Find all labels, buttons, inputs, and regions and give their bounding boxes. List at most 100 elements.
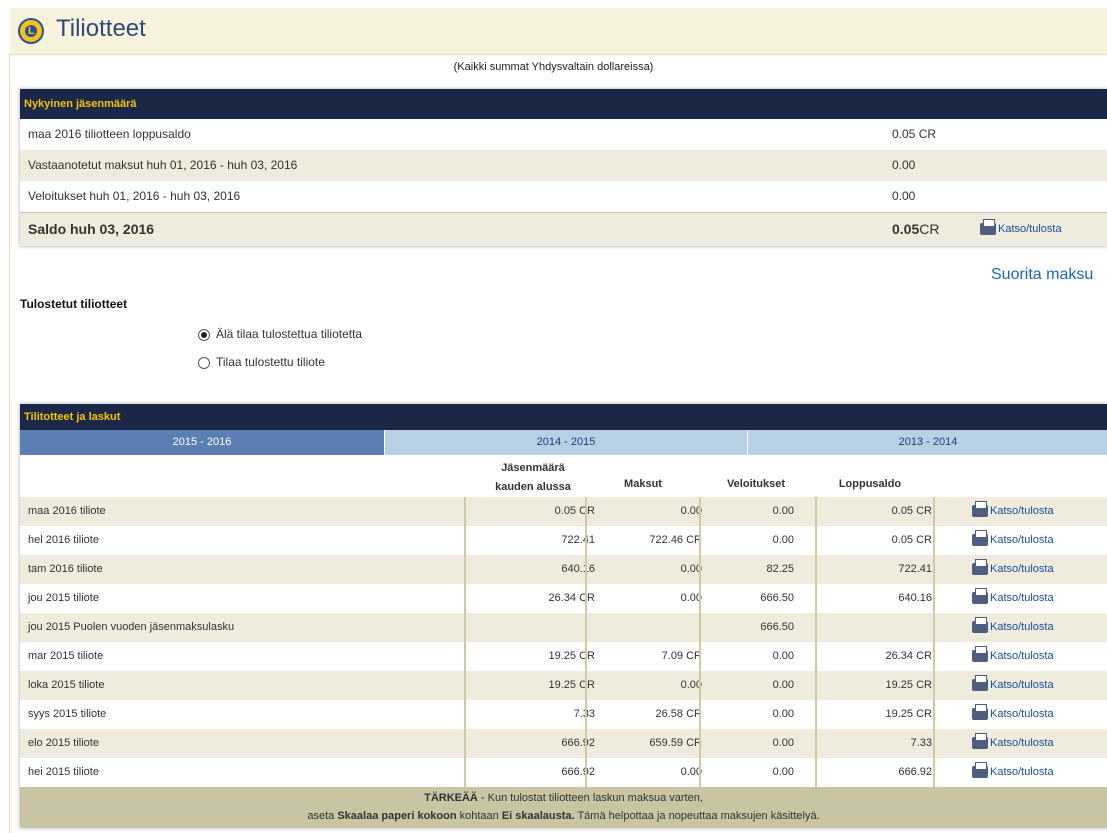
payments-cell: 0.00 <box>680 679 702 691</box>
printer-icon <box>972 588 988 605</box>
note-line-2: aseta Skaalaa paperi kokoon kohtaan Ei s… <box>20 807 1107 825</box>
end-balance-cell: 722.41 <box>898 563 932 575</box>
column-divider <box>933 526 935 555</box>
radio-order-printed[interactable]: Tilaa tulostettu tiliote <box>198 355 325 369</box>
column-divider <box>699 497 701 526</box>
charges-cell: 0.00 <box>772 708 794 720</box>
note-important-label: TÄRKEÄÄ <box>424 792 478 804</box>
membership-row: maa 2016 tiliotteen loppusaldo 0.05 CR <box>20 119 1107 150</box>
statement-label: elo 2015 tiliote <box>28 737 99 749</box>
column-divider <box>933 758 935 787</box>
view-print-link[interactable]: Katso/tulosta <box>972 671 1054 700</box>
column-divider <box>585 729 587 758</box>
lions-logo-icon <box>18 18 44 44</box>
membership-heading: Nykyinen jäsenmäärä <box>20 89 1107 119</box>
charges-cell: 0.00 <box>772 679 794 691</box>
column-divider <box>815 758 817 787</box>
column-divider <box>585 555 587 584</box>
print-link-label: Katso/tulosta <box>990 650 1054 662</box>
charges-cell: 666.50 <box>760 592 794 604</box>
column-divider <box>933 700 935 729</box>
view-print-link[interactable]: Katso/tulosta <box>972 758 1054 787</box>
payments-cell: 0.00 <box>680 592 702 604</box>
radio-no-printed[interactable]: Älä tilaa tulostettua tiliotetta <box>198 327 362 341</box>
column-divider <box>815 555 817 584</box>
column-divider <box>815 584 817 613</box>
printer-icon <box>972 646 988 663</box>
end-balance-cell: 666.92 <box>898 766 932 778</box>
column-start-line2: kauden alussa <box>495 481 571 493</box>
print-link-label: Katso/tulosta <box>990 766 1054 778</box>
membership-row-label: Vastaanotetut maksut huh 01, 2016 - huh … <box>28 158 298 172</box>
radio-empty-icon[interactable] <box>198 356 210 369</box>
balance-label: Saldo huh 03, 2016 <box>28 221 155 237</box>
charges-cell: 0.00 <box>772 534 794 546</box>
table-row: jou 2015 tiliote 26.34 CR 0.00 666.50 640.16… <box>20 584 1107 613</box>
payments-cell: 7.09 CR <box>661 650 702 662</box>
payments-cell: 722.46 CR <box>649 534 702 546</box>
column-divider <box>699 642 701 671</box>
start-balance-cell: 640.16 <box>561 563 595 575</box>
membership-row: Vastaanotetut maksut huh 01, 2016 - huh … <box>20 150 1107 181</box>
column-divider <box>464 613 466 642</box>
view-print-link[interactable]: Katso/tulosta <box>972 642 1054 671</box>
tab-2014-2015[interactable]: 2014 - 2015 <box>384 430 747 455</box>
statement-label: jou 2015 Puolen vuoden jäsenmaksulasku <box>28 621 235 633</box>
column-divider <box>464 555 466 584</box>
tab-2015-2016[interactable]: 2015 - 2016 <box>20 430 384 455</box>
view-print-link[interactable]: Katso/tulosta <box>972 700 1054 729</box>
column-divider <box>699 526 701 555</box>
printer-icon <box>972 675 988 692</box>
balance-row: Saldo huh 03, 2016 0.05CR Katso/tulosta <box>20 212 1107 246</box>
end-balance-cell: 7.33 <box>910 737 932 749</box>
column-divider <box>933 642 935 671</box>
membership-row-label: maa 2016 tiliotteen loppusaldo <box>28 127 191 141</box>
column-divider <box>933 729 935 758</box>
column-divider <box>815 671 817 700</box>
view-print-link[interactable]: Katso/tulosta <box>972 729 1054 758</box>
balance-print-link[interactable]: Katso/tulosta <box>980 213 1062 246</box>
statements-table-body: maa 2016 tiliote 0.05 CR 0.00 0.00 0.05 CR Ka… <box>20 497 1107 787</box>
charges-cell: 0.00 <box>772 650 794 662</box>
column-divider <box>585 642 587 671</box>
column-divider <box>699 729 701 758</box>
view-print-link[interactable]: Katso/tulosta <box>972 555 1054 584</box>
tab-2013-2014[interactable]: 2013 - 2014 <box>747 430 1107 455</box>
charges-cell: 0.00 <box>772 737 794 749</box>
start-balance-cell: 722.41 <box>561 534 595 546</box>
view-print-link[interactable]: Katso/tulosta <box>972 584 1054 613</box>
make-payment-link[interactable]: Suorita maksu <box>991 266 1093 284</box>
column-divider <box>585 497 587 526</box>
statement-label: syys 2015 tiliote <box>28 708 107 720</box>
end-balance-cell: 0.05 CR <box>891 534 932 546</box>
view-print-link[interactable]: Katso/tulosta <box>972 497 1054 526</box>
column-divider <box>585 700 587 729</box>
column-divider <box>933 671 935 700</box>
page-title: Tiliotteet <box>56 15 146 42</box>
column-divider <box>815 497 817 526</box>
payments-cell: 659.59 CR <box>649 737 702 749</box>
radio-label: Älä tilaa tulostettua tiliotetta <box>216 327 363 341</box>
charges-cell: 0.00 <box>772 505 794 517</box>
radio-selected-icon[interactable] <box>198 328 210 341</box>
print-link-label: Katso/tulosta <box>990 563 1054 575</box>
column-divider <box>699 613 701 642</box>
column-end-balance: Loppusaldo <box>838 478 902 490</box>
end-balance-cell: 26.34 CR <box>885 650 932 662</box>
column-divider <box>464 526 466 555</box>
column-divider <box>815 642 817 671</box>
view-print-link[interactable]: Katso/tulosta <box>972 613 1054 642</box>
printer-icon <box>972 559 988 576</box>
column-divider <box>815 700 817 729</box>
page-header: Tiliotteet <box>10 8 1107 55</box>
charges-cell: 666.50 <box>760 621 794 633</box>
column-divider <box>815 729 817 758</box>
note-text: kohtaan <box>456 810 502 822</box>
column-charges: Veloitukset <box>726 478 786 490</box>
start-balance-cell: 7.33 <box>465 700 595 729</box>
view-print-link[interactable]: Katso/tulosta <box>972 526 1054 555</box>
table-row: hel 2016 tiliote 722.41 722.46 CR 0.00 0.05 … <box>20 526 1107 555</box>
balance-value: 0.05 <box>892 221 920 237</box>
radio-label: Tilaa tulostettu tiliote <box>216 355 325 369</box>
note-text: - Kun tulostat tiliotteen laskun maksua … <box>477 792 703 804</box>
